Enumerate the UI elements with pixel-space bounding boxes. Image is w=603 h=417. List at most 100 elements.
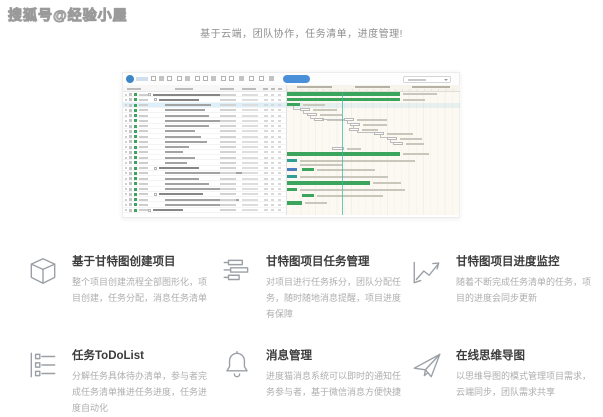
toolbar-icon <box>259 76 264 81</box>
toolbar-icon <box>151 76 156 81</box>
toolbar-icon <box>229 76 234 81</box>
toolbar-icon <box>185 76 190 81</box>
status-square-icon <box>134 193 137 196</box>
gantt-bar-label <box>357 119 387 121</box>
gantt-bar-label <box>313 109 337 111</box>
status-square-icon <box>134 125 137 128</box>
dependency-line <box>357 130 374 133</box>
calendar-icon <box>129 177 132 180</box>
status-square-icon <box>134 93 137 96</box>
feature-description: 进度猫消息系统可以即时的通知任务参与者，基于微信消息方便快捷 <box>266 369 408 401</box>
status-square-icon <box>134 177 137 180</box>
app-logo-text <box>136 77 148 81</box>
gantt-timeline-header <box>287 85 460 92</box>
toolbar-icon <box>269 76 274 81</box>
table-row <box>123 208 286 213</box>
calendar-icon <box>129 130 132 133</box>
collapse-icon <box>154 167 157 170</box>
feature-progress-monitor: 甘特图项目进度监控 随着不断完成任务清单的任务，项目的进度会同步更新 <box>410 252 600 322</box>
gantt-bar <box>287 98 400 101</box>
trend-chart-icon <box>410 254 444 288</box>
toolbar-icon <box>203 76 208 81</box>
feature-mindmap: 在线思维导图 以思维导图的模式管理项目需求，云端同步，团队需求共享 <box>410 346 600 416</box>
gantt-bar-label <box>347 148 361 150</box>
bell-icon <box>220 348 254 382</box>
gantt-bar-label <box>317 195 383 197</box>
gantt-bar <box>287 152 400 156</box>
dependency-line <box>303 111 307 114</box>
gantt-bar-label <box>300 176 388 178</box>
toolbar-icon <box>239 76 244 81</box>
status-square-icon <box>134 188 137 191</box>
watermark: 搜狐号@经验小屋 <box>8 5 128 25</box>
cube-icon <box>26 254 60 288</box>
calendar-icon <box>129 114 132 117</box>
feature-title: 基于甘特图创建项目 <box>72 253 214 269</box>
toolbar-icon <box>195 76 200 81</box>
dependency-line <box>347 121 350 124</box>
feature-title: 甘特图项目进度监控 <box>456 253 598 269</box>
status-square-icon <box>134 209 137 212</box>
toolbar-dropdown <box>403 76 451 83</box>
gantt-bar <box>287 188 297 191</box>
gantt-bar <box>302 194 314 197</box>
collapse-icon <box>148 209 151 212</box>
status-square-icon <box>134 130 137 133</box>
task-table <box>123 92 286 213</box>
status-square-icon <box>134 140 137 143</box>
dependency-line <box>380 135 387 138</box>
feature-grid: 基于甘特图创建项目 整个项目创建流程全部图形化，项目创建，任务分配，消息任务清单… <box>0 252 603 417</box>
table-header <box>123 85 286 92</box>
dependency-line <box>353 126 356 129</box>
gantt-bar <box>287 181 370 185</box>
calendar-icon <box>129 209 132 212</box>
calendar-icon <box>129 161 132 164</box>
gantt-bar <box>393 142 403 145</box>
status-square-icon <box>134 151 137 154</box>
paper-plane-icon <box>410 348 444 382</box>
status-square-icon <box>134 172 137 175</box>
gantt-bar-label <box>317 169 375 171</box>
gantt-bars-icon <box>220 254 254 288</box>
calendar-icon <box>129 182 132 185</box>
feature-title: 在线思维导图 <box>456 347 598 363</box>
status-square-icon <box>134 114 137 117</box>
calendar-icon <box>129 104 132 107</box>
gantt-bar-label <box>400 138 422 140</box>
gantt-bar-label <box>387 133 413 135</box>
status-square-icon <box>134 203 137 206</box>
calendar-icon <box>129 146 132 149</box>
app-screenshot <box>122 72 460 218</box>
toolbar-icon <box>167 76 172 81</box>
status-square-icon <box>134 182 137 185</box>
calendar-icon <box>129 140 132 143</box>
gantt-bar <box>287 201 302 205</box>
dependency-line <box>390 140 393 143</box>
gantt-bar-label <box>300 164 342 166</box>
toolbar-icon <box>159 76 164 81</box>
gantt-bar-label <box>305 202 327 204</box>
gantt-bar <box>287 168 297 171</box>
dependency-line <box>310 116 314 119</box>
calendar-icon <box>129 172 132 175</box>
gantt-bar-label <box>303 104 325 106</box>
calendar-icon <box>129 188 132 191</box>
collapse-icon <box>148 93 151 96</box>
gantt-bar-label <box>403 99 425 101</box>
calendar-icon <box>129 167 132 170</box>
calendar-icon <box>129 98 132 101</box>
calendar-icon <box>129 198 132 201</box>
gantt-bar-label <box>320 114 342 116</box>
feature-task-management: 甘特图项目任务管理 对项目进行任务拆分，团队分配任务，随时随地消息提醒，项目进度… <box>220 252 410 322</box>
calendar-icon <box>129 193 132 196</box>
app-logo-icon <box>126 75 134 83</box>
gantt-chart <box>286 85 460 215</box>
toolbar-icon <box>211 76 216 81</box>
status-square-icon <box>134 146 137 149</box>
feature-todolist: 任务ToDoList 分解任务具体待办清单，参与者完成任务清单推进任务进度，任务… <box>26 346 220 416</box>
gantt-bar-label <box>300 189 405 191</box>
collapse-icon <box>154 98 157 101</box>
feature-description: 对项目进行任务拆分，团队分配任务，随时随地消息提醒，项目进度有保障 <box>266 275 408 322</box>
calendar-icon <box>129 151 132 154</box>
calendar-icon <box>129 125 132 128</box>
